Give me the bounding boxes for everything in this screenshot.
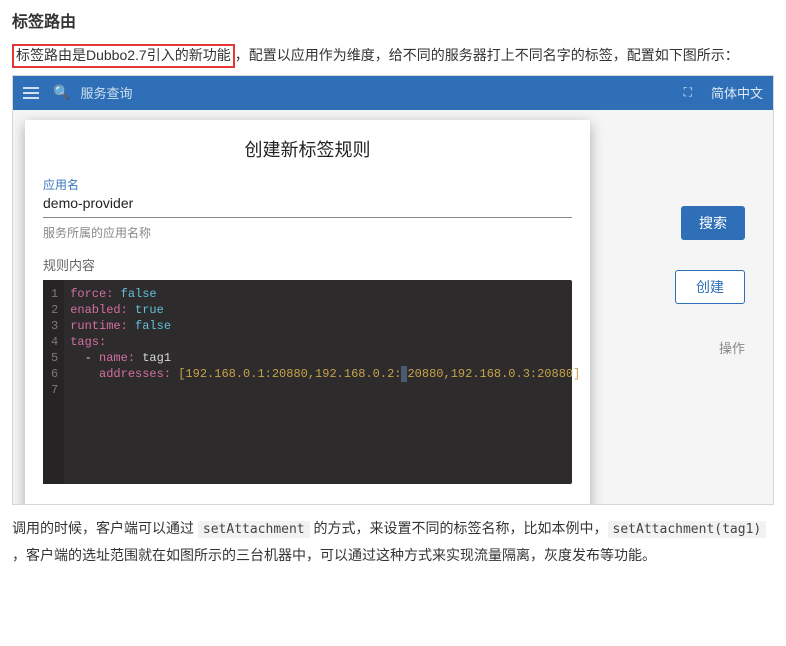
rule-content-label: 规则内容 [43,255,572,274]
menu-icon[interactable] [23,87,43,99]
code-line[interactable]: - name: tag1 [70,350,580,366]
doc-heading: 标签路由 [12,8,774,32]
create-tag-rule-modal: 创建新标签规则 应用名 demo-provider 服务所属的应用名称 规则内容… [25,120,590,505]
code-line[interactable]: runtime: false [70,318,580,334]
app-name-label: 应用名 [43,176,572,193]
outro-paragraph: 调用的时候，客户端可以通过 setAttachment 的方式，来设置不同的标签… [12,515,774,569]
code-line[interactable]: addresses: [192.168.0.1:20880,192.168.0.… [70,366,580,382]
intro-paragraph: 标签路由是Dubbo2.7引入的新功能，配置以应用作为维度，给不同的服务器打上不… [12,42,774,69]
fullscreen-icon[interactable]: ⛶ [684,85,693,100]
search-icon[interactable]: 🔍 [53,84,70,101]
language-selector[interactable]: 简体中文 [711,83,763,102]
intro-rest: ，配置以应用作为维度，给不同的服务器打上不同名字的标签，配置如下图所示： [235,47,739,63]
bg-search-button[interactable]: 搜索 [681,206,745,240]
outro-b: 的方式，来设置不同的标签名称，比如本例中， [310,520,608,536]
code-line[interactable]: tags: [70,334,580,350]
yaml-editor[interactable]: 1234567 force: falseenabled: trueruntime… [43,280,572,484]
modal-title: 创建新标签规则 [25,120,590,176]
code-snippet-2: setAttachment(tag1) [608,521,767,538]
bg-ops-label: 操作 [719,338,745,357]
bg-create-button[interactable]: 创建 [675,270,745,304]
highlighted-phrase: 标签路由是Dubbo2.7引入的新功能 [12,44,235,68]
admin-topbar: 🔍 服务查询 ⛶ 简体中文 [13,76,773,110]
app-name-hint: 服务所属的应用名称 [43,224,572,241]
code-line[interactable]: force: false [70,286,580,302]
code-line[interactable]: enabled: true [70,302,580,318]
admin-screenshot: 🔍 服务查询 ⛶ 简体中文 搜索 创建 操作 创建新标签规则 应用名 demo-… [12,75,774,505]
outro-a: 调用的时候，客户端可以通过 [12,520,198,536]
search-placeholder[interactable]: 服务查询 [80,83,132,102]
outro-c: ，客户端的选址范围就在如图所示的三台机器中，可以通过这种方式来实现流量隔离，灰度… [12,547,656,563]
app-name-input[interactable]: demo-provider [43,193,572,218]
code-line[interactable] [70,382,580,398]
code-snippet-1: setAttachment [198,521,310,538]
